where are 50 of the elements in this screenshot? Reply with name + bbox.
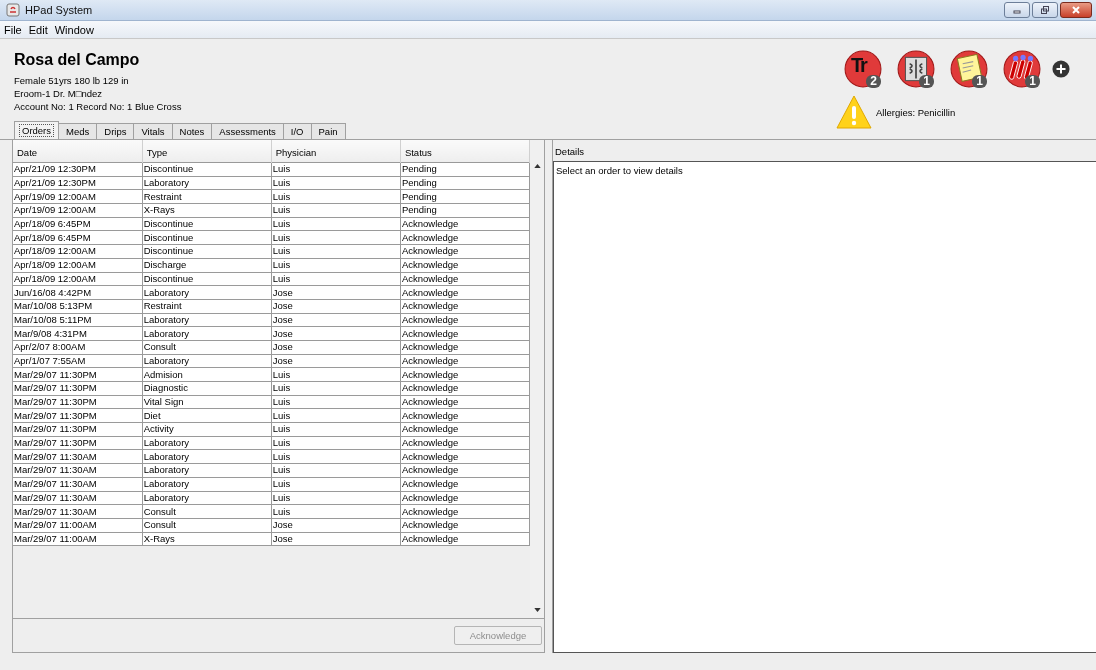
minimize-button[interactable]	[1004, 2, 1030, 18]
badge-count: 2	[866, 75, 881, 88]
xray-icon	[897, 50, 935, 88]
badge-count: 1	[1025, 75, 1040, 88]
column-header[interactable]: Physician	[271, 140, 401, 163]
scroll-up-icon[interactable]	[533, 164, 541, 168]
details-title: Details	[554, 145, 586, 159]
notepad-icon	[950, 50, 988, 88]
tab[interactable]: Notes	[171, 123, 213, 139]
allergies-text: Allergies: Penicillin	[876, 106, 956, 118]
close-icon	[1071, 6, 1081, 14]
tab[interactable]: I/O	[282, 123, 312, 139]
tab[interactable]: Drips	[96, 123, 135, 139]
patient-name: Rosa del Campo	[14, 51, 141, 69]
add-icon[interactable]	[1052, 60, 1070, 78]
badge-count: 1	[972, 75, 987, 88]
column-header[interactable]: Type	[142, 140, 272, 163]
tab[interactable]: Orders	[14, 121, 60, 139]
table-cell: Discontinue	[142, 162, 272, 177]
menu-item[interactable]: Window	[53, 23, 95, 36]
patient-info: Eroom-1 Dr. M□ndez	[14, 87, 104, 100]
restore-icon	[1040, 6, 1050, 14]
badge-button[interactable]: 1	[1003, 50, 1041, 88]
patient-info: Account No: 1 Record No: 1 Blue Cross	[14, 100, 182, 113]
round-badge-icon	[844, 50, 882, 88]
tab[interactable]: Meds	[58, 123, 98, 139]
scroll-down-icon[interactable]	[533, 608, 541, 612]
close-button[interactable]	[1060, 2, 1092, 18]
table-cell: Apr/21/09 12:30PM	[13, 162, 143, 177]
badge-label: Tr	[851, 54, 866, 77]
patient-info: Female 51yrs 180 lb 129 in	[14, 74, 130, 87]
badge-button[interactable]: 1	[950, 50, 988, 88]
app-icon	[6, 3, 20, 17]
window-title: HPad System	[25, 4, 94, 16]
badge-button[interactable]: Tr 2	[844, 50, 882, 88]
column-header[interactable]: Status	[400, 140, 530, 163]
test-tubes-icon	[1003, 50, 1041, 88]
menu-item[interactable]: Edit	[27, 23, 49, 36]
menu-item[interactable]: File	[3, 23, 23, 36]
restore-button[interactable]	[1032, 2, 1058, 18]
badge-button[interactable]: 1	[897, 50, 935, 88]
column-header[interactable]: Date	[13, 140, 143, 163]
badge-count: 1	[919, 75, 934, 88]
table-cell: Pending	[400, 162, 530, 177]
warning-icon	[836, 94, 872, 130]
tab[interactable]: Pain	[310, 123, 346, 139]
table-cell: Luis	[271, 162, 401, 177]
tab[interactable]: Vitals	[133, 123, 173, 139]
details-text: Select an order to view details	[556, 165, 683, 176]
tab[interactable]: Assessments	[211, 123, 284, 139]
